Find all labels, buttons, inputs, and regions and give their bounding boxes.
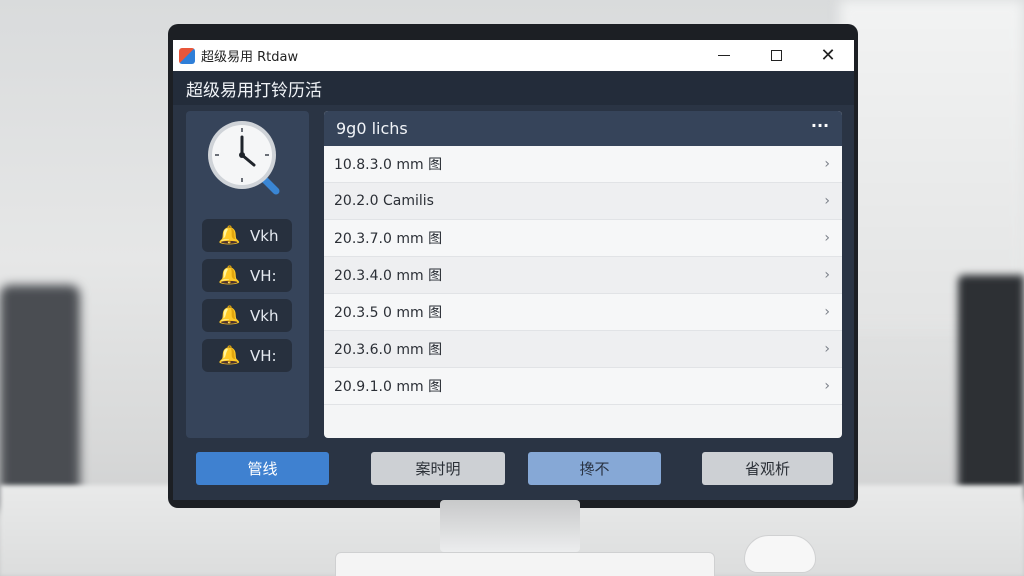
alarm-label: VH:	[250, 346, 277, 365]
background-speaker	[958, 275, 1024, 500]
list-item-text: 10.8.3.0 mm 图	[334, 157, 443, 173]
list-item[interactable]: 20.3.7.0 mm 图 ›	[324, 220, 842, 257]
more-options-icon[interactable]: ···	[808, 117, 832, 139]
list-header: 9g0 lichs ···	[324, 111, 842, 146]
maximize-button[interactable]	[750, 40, 802, 71]
chevron-right-icon: ›	[824, 267, 830, 283]
list-item[interactable]: 10.8.3.0 mm 图 ›	[324, 146, 842, 183]
list-title: 9g0 lichs	[336, 119, 408, 138]
keyboard	[335, 552, 715, 576]
list-item[interactable]: 20.2.0 Camilis ›	[324, 183, 842, 220]
clock-search-icon	[206, 119, 286, 199]
alarm-item[interactable]: 🔔 Vkh	[202, 219, 292, 252]
list-item[interactable]: 20.3.6.0 mm 图 ›	[324, 331, 842, 368]
app-logo-icon	[179, 47, 195, 64]
alarm-item[interactable]: 🔔 VH:	[202, 259, 292, 292]
primary-action-button[interactable]: 管线	[196, 452, 329, 485]
fourth-action-button[interactable]: 省观析	[702, 452, 833, 485]
list-item-text: 20.9.1.0 mm 图	[334, 379, 443, 395]
list-item-text: 20.3.4.0 mm 图	[334, 268, 443, 284]
alarm-item[interactable]: 🔔 VH:	[202, 339, 292, 372]
chevron-right-icon: ›	[824, 193, 830, 209]
alarm-panel: 🔔 Vkh 🔔 VH: 🔔 Vkh 🔔 VH:	[186, 111, 309, 438]
chevron-right-icon: ›	[824, 230, 830, 246]
bell-icon: 🔔	[218, 305, 241, 326]
bell-icon: 🔔	[218, 345, 241, 366]
bell-icon: 🔔	[218, 265, 241, 286]
bell-icon: 🔔	[218, 225, 241, 246]
background-chair	[0, 285, 80, 510]
minimize-icon	[718, 55, 730, 56]
window-title: 超级易用 Rtdaw	[201, 50, 299, 65]
app-header-title: 超级易用打铃历活	[186, 80, 322, 101]
alarm-label: VH:	[250, 266, 277, 285]
list-item[interactable]: 20.9.1.0 mm 图 ›	[324, 368, 842, 405]
window-controls: ✕	[698, 40, 854, 71]
monitor-stand	[440, 500, 580, 552]
second-action-button[interactable]: 案时明	[371, 452, 505, 485]
minimize-button[interactable]	[698, 40, 750, 71]
alarm-label: Vkh	[250, 226, 279, 245]
list-item[interactable]: 20.3.4.0 mm 图 ›	[324, 257, 842, 294]
mouse	[744, 535, 816, 573]
close-button[interactable]: ✕	[802, 40, 854, 71]
chevron-right-icon: ›	[824, 304, 830, 320]
maximize-icon	[770, 50, 782, 61]
list-item-text: 20.2.0 Camilis	[334, 193, 434, 209]
list-item-text: 20.3.7.0 mm 图	[334, 231, 443, 247]
third-action-button[interactable]: 搀不	[528, 452, 661, 485]
app-window: 超级易用 Rtdaw ✕ 超级易用打铃历活 🔔 Vkh 🔔 VH: 🔔 Vkh …	[173, 40, 854, 500]
alarm-item[interactable]: 🔔 Vkh	[202, 299, 292, 332]
list-item-text: 20.3.6.0 mm 图	[334, 342, 443, 358]
chevron-right-icon: ›	[824, 156, 830, 172]
schedule-list-panel: 9g0 lichs ··· 10.8.3.0 mm 图 › 20.2.0 Cam…	[324, 111, 842, 438]
list-item-text: 20.3.5 0 mm 图	[334, 305, 443, 321]
list-item[interactable]: 20.3.5 0 mm 图 ›	[324, 294, 842, 331]
chevron-right-icon: ›	[824, 341, 830, 357]
close-icon: ✕	[820, 44, 836, 66]
title-bar[interactable]: 超级易用 Rtdaw ✕	[173, 40, 854, 71]
alarm-label: Vkh	[250, 306, 279, 325]
app-header: 超级易用打铃历活	[173, 71, 854, 105]
chevron-right-icon: ›	[824, 378, 830, 394]
